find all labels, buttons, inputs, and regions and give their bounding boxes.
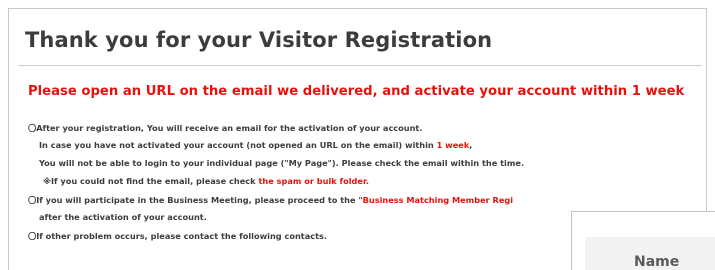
instruction-line-4-text: ※If you could not find the email, please… [43,176,259,186]
title-divider [18,65,702,66]
deadline-highlight: 1 week [436,140,470,150]
instruction-line-6: after the activation of your account. [39,212,207,222]
instruction-line-7: 〇If other problem occurs, please contact… [28,231,327,241]
instruction-line-5: 〇If you will participate in the Business… [28,194,513,206]
name-field-label: Name [634,254,680,270]
business-matching-link[interactable]: Business Matching Member Regi [363,195,513,205]
activation-notice: Please open an URL on the email we deliv… [28,84,685,99]
instruction-line-2-text: In case you have not activated your acco… [39,140,437,150]
instruction-line-3: You will not be able to login to your in… [39,158,525,168]
instruction-line-4: ※If you could not find the email, please… [43,176,369,186]
instruction-line-2-end: , [469,140,473,150]
instruction-line-5-text: 〇If you will participate in the Business… [28,195,363,205]
page-title: Thank you for your Visitor Registration [25,28,493,52]
instruction-line-1: 〇After your registration, You will recei… [28,123,423,133]
instruction-line-2: In case you have not activated your acco… [39,140,472,150]
spam-folder-highlight: the spam or bulk folder. [258,176,369,186]
